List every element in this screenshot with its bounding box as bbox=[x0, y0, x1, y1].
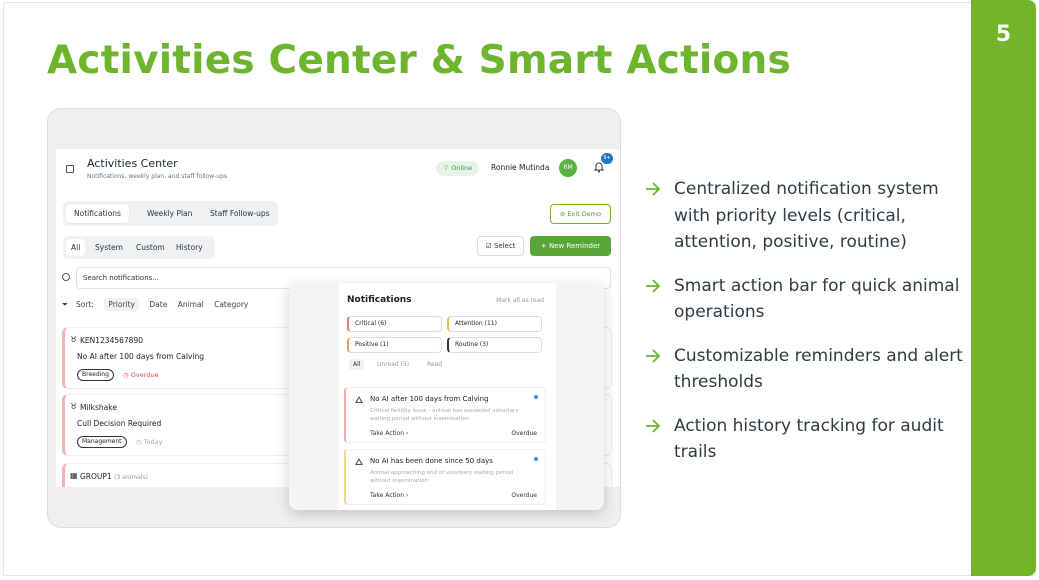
popup-title: Notifications bbox=[347, 295, 412, 305]
select-button[interactable]: ☑ Select bbox=[477, 236, 524, 256]
tag-badge: Breeding bbox=[77, 369, 114, 381]
item-description: Animal approaching end of voluntary wait… bbox=[370, 470, 514, 484]
cow-icon: ♉ bbox=[70, 402, 78, 411]
feature-item: Smart action bar for quick animal operat… bbox=[645, 273, 965, 326]
take-action-link[interactable]: Take Action › bbox=[370, 492, 408, 499]
exit-demo-label: Exit Demo bbox=[567, 210, 602, 218]
arrow-right-icon bbox=[646, 418, 661, 433]
sort-date[interactable]: Date bbox=[149, 300, 167, 309]
card-text: Cull Decision Required bbox=[77, 419, 162, 428]
unread-dot bbox=[534, 395, 538, 399]
accent-band bbox=[971, 0, 1036, 576]
notification-item[interactable]: No AI has been done since 50 days Animal… bbox=[344, 449, 546, 505]
feature-text: Action history tracking for audit trails bbox=[674, 415, 944, 463]
feature-item: Action history tracking for audit trails bbox=[645, 413, 965, 466]
notification-item[interactable]: No AI after 100 days from Calving Critic… bbox=[344, 387, 546, 443]
item-status: Overdue bbox=[511, 492, 537, 499]
notifications-popup: Notifications Mark all as read Critical … bbox=[289, 283, 604, 510]
page-number: 5 bbox=[995, 22, 1012, 47]
feature-list: Centralized notification system with pri… bbox=[645, 176, 965, 483]
arrow-right-icon bbox=[646, 182, 661, 196]
search-icon bbox=[62, 273, 70, 281]
avatar[interactable]: RM bbox=[559, 159, 577, 177]
feature-text: Customizable reminders and alert thresho… bbox=[674, 345, 963, 393]
new-reminder-button[interactable]: + New Reminder bbox=[530, 236, 611, 256]
popup-tab-all[interactable]: All bbox=[349, 359, 365, 370]
unread-dot bbox=[534, 457, 538, 461]
filter-icon: ⏷ bbox=[62, 300, 68, 309]
category-routine[interactable]: Routine (3) bbox=[447, 337, 542, 353]
sort-bar: ⏷ Sort: Priority Date Animal Category bbox=[62, 298, 256, 311]
status-today: ◷ Today bbox=[136, 438, 163, 446]
main-tabs: Notifications Weekly Plan Staff Follow-u… bbox=[63, 201, 278, 226]
slide-title: Activities Center & Smart Actions bbox=[47, 38, 791, 83]
sort-animal[interactable]: Animal bbox=[178, 300, 204, 309]
animal-id: Milkshake bbox=[80, 403, 117, 412]
feature-text: Smart action bar for quick animal operat… bbox=[674, 275, 960, 323]
exit-demo-button[interactable]: ⊘ Exit Demo bbox=[550, 204, 611, 224]
user-name: Ronnie Mutinda bbox=[491, 163, 550, 172]
wifi-icon: ⌔ bbox=[443, 164, 452, 172]
popup-tab-read[interactable]: Read bbox=[427, 361, 442, 368]
tab-notifications[interactable]: Notifications bbox=[66, 204, 129, 223]
item-title: No AI has been done since 50 days bbox=[370, 457, 493, 465]
card-text: No AI after 100 days from Calving bbox=[77, 352, 205, 361]
feature-text: Centralized notification system with pri… bbox=[674, 179, 939, 252]
category-attention[interactable]: Attention (11) bbox=[447, 316, 542, 332]
app-title: Activities Center bbox=[87, 157, 178, 170]
item-status: Overdue bbox=[511, 430, 537, 437]
arrow-right-icon bbox=[646, 348, 661, 363]
select-label: Select bbox=[493, 242, 516, 250]
category-positive[interactable]: Positive (1) bbox=[347, 337, 442, 353]
filter-history[interactable]: History bbox=[171, 239, 208, 256]
checkbox-icon: ☑ bbox=[485, 242, 494, 250]
category-critical[interactable]: Critical (6) bbox=[347, 316, 442, 332]
tag-badge: Management bbox=[77, 436, 127, 448]
animal-id: KEN1234567890 bbox=[80, 336, 143, 345]
feature-item: Centralized notification system with pri… bbox=[645, 176, 965, 256]
take-action-link[interactable]: Take Action › bbox=[370, 430, 408, 437]
sidebar-toggle-icon[interactable] bbox=[66, 165, 74, 173]
item-description: Critical fertility issue - animal has ex… bbox=[370, 408, 519, 422]
tab-staff-follow-ups[interactable]: Staff Follow-ups bbox=[202, 204, 278, 223]
filter-chips: All System Custom History bbox=[63, 236, 215, 259]
feature-item: Customizable reminders and alert thresho… bbox=[645, 343, 965, 396]
tab-weekly-plan[interactable]: Weekly Plan bbox=[139, 204, 200, 223]
mark-all-read-link[interactable]: Mark all as read bbox=[496, 297, 544, 304]
sort-label: Sort: bbox=[76, 300, 94, 309]
filter-all[interactable]: All bbox=[66, 239, 86, 256]
app-subtitle: Notifications, weekly plan, and staff fo… bbox=[87, 173, 228, 180]
notifications-panel: Notifications Mark all as read Critical … bbox=[339, 283, 556, 510]
filter-system[interactable]: System bbox=[90, 239, 128, 256]
popup-tab-unread[interactable]: Unread (5) bbox=[377, 361, 409, 368]
sort-priority[interactable]: Priority bbox=[104, 298, 139, 311]
cow-icon: ♉ bbox=[70, 335, 78, 344]
sort-category[interactable]: Category bbox=[214, 300, 248, 309]
warning-icon bbox=[355, 396, 363, 403]
group-id: GROUP1 (3 animals) bbox=[80, 472, 148, 481]
notification-count-badge: 9+ bbox=[601, 153, 613, 164]
filter-custom[interactable]: Custom bbox=[131, 239, 170, 256]
item-title: No AI after 100 days from Calving bbox=[370, 395, 489, 403]
warning-icon bbox=[355, 458, 363, 465]
group-icon: ▦ bbox=[70, 471, 78, 480]
status-label: Online bbox=[451, 164, 473, 172]
status-badge: ⌔ Online bbox=[436, 161, 480, 176]
arrow-right-icon bbox=[646, 278, 661, 293]
status-overdue: ◷ Overdue bbox=[123, 371, 159, 379]
